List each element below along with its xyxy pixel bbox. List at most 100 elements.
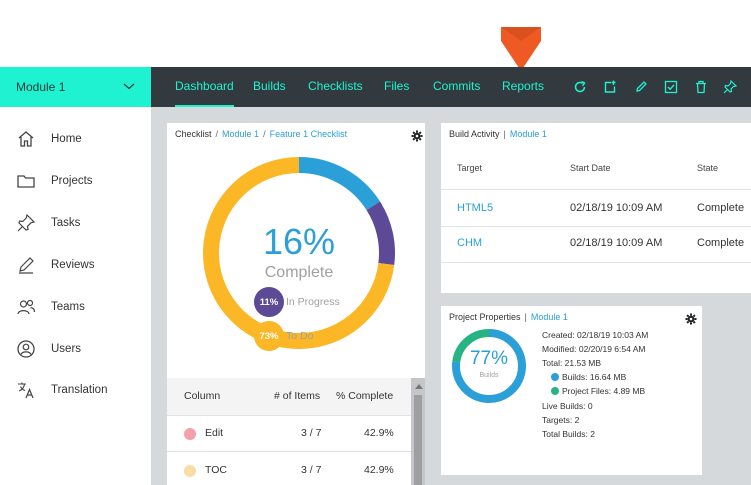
tab-reports[interactable]: Reports: [502, 67, 544, 107]
modified-date: Modified: 02/20/19 6:54 AM: [542, 344, 646, 354]
top-nav-bar: Module 1 Dashboard Builds Checklists Fil…: [0, 67, 751, 107]
column-header-column[interactable]: Column: [184, 390, 220, 402]
pointer-arrow-icon: [501, 27, 541, 71]
tab-checklists[interactable]: Checklists: [308, 67, 363, 107]
row-complete: 42.9%: [364, 464, 394, 476]
tab-dashboard[interactable]: Dashboard: [175, 67, 234, 107]
breadcrumb-module-link[interactable]: Module 1: [222, 129, 259, 139]
live-builds-text: Live Builds: 0: [542, 401, 593, 411]
breadcrumb-module-link[interactable]: Module 1: [510, 129, 547, 139]
module-select[interactable]: Module 1: [0, 67, 151, 107]
breadcrumb: Project Properties | Module 1: [449, 312, 568, 322]
divider: [441, 262, 751, 263]
column-header-complete[interactable]: % Complete: [336, 390, 393, 402]
column-header-target[interactable]: Target: [457, 163, 482, 173]
in-progress-legend: 11% In Progress: [254, 287, 340, 317]
sidebar-item-label: Translation: [51, 384, 108, 396]
sidebar: Home Projects Tasks Reviews Teams Users …: [0, 107, 151, 485]
in-progress-label: In Progress: [286, 296, 340, 308]
breadcrumb: Checklist / Module 1/Feature 1 Checklist: [175, 129, 348, 139]
tab-files[interactable]: Files: [384, 67, 409, 107]
folder-icon: [15, 170, 37, 192]
build-state: Complete: [697, 237, 745, 249]
row-complete: 42.9%: [364, 427, 394, 439]
files-color-dot: [551, 387, 559, 395]
breadcrumb-checklist-link[interactable]: Feature 1 Checklist: [270, 129, 348, 139]
row-items: 3 / 7: [301, 464, 322, 476]
scroll-up-icon[interactable]: [415, 384, 423, 389]
breadcrumb-root: Project Properties: [449, 312, 521, 322]
build-target-link[interactable]: CHM: [457, 237, 482, 249]
sidebar-item-teams[interactable]: Teams: [0, 289, 151, 325]
checklist-donut-chart: 16% Complete 11% In Progress 73% To Do: [201, 155, 397, 351]
sidebar-item-label: Home: [51, 133, 82, 145]
checklist-panel: Checklist / Module 1/Feature 1 Checklist 1…: [167, 123, 425, 485]
builds-text: Builds: 16.64 MB: [562, 372, 627, 382]
breadcrumb: Build Activity | Module 1: [449, 129, 547, 139]
build-start-date: 02/18/19 10:09 AM: [570, 237, 663, 249]
build-target-link[interactable]: HTML5: [457, 202, 493, 214]
export-icon[interactable]: [600, 77, 620, 97]
breadcrumb-module-link[interactable]: Module 1: [531, 312, 568, 322]
trash-icon[interactable]: [691, 77, 711, 97]
edit-icon[interactable]: [631, 77, 651, 97]
tab-commits[interactable]: Commits: [433, 67, 480, 107]
created-text: Created: 02/18/19 10:03 AM: [542, 330, 649, 340]
status-color-dot: [184, 428, 196, 440]
module-select-value: Module 1: [16, 80, 66, 94]
sidebar-item-label: Reviews: [51, 259, 95, 271]
row-name: Edit: [205, 427, 224, 439]
percent-complete-label: Complete: [264, 264, 334, 281]
tab-builds[interactable]: Builds: [253, 67, 286, 107]
column-header-items[interactable]: # of Items: [274, 390, 320, 402]
modified-text: Modified: 02/20/19 6:54 AM: [542, 344, 646, 354]
sidebar-item-reviews[interactable]: Reviews: [0, 247, 151, 283]
column-header-start-date[interactable]: Start Date: [570, 163, 611, 173]
project-properties-panel: Project Properties | Module 1 77% Builds C…: [441, 306, 702, 475]
divider: [441, 226, 751, 227]
todo-legend: 73% To Do: [254, 321, 313, 351]
home-icon: [15, 128, 37, 150]
targets-count: Targets: 2: [542, 415, 579, 425]
sidebar-item-label: Tasks: [51, 217, 81, 229]
in-progress-badge: 11%: [254, 287, 284, 317]
sidebar-item-translation[interactable]: Translation: [0, 372, 151, 408]
table-row[interactable]: TOC 3 / 7 42.9%: [167, 453, 411, 485]
row-items: 3 / 7: [301, 427, 322, 439]
builds-color-dot: [551, 373, 559, 381]
breadcrumb-root: Checklist: [175, 129, 212, 139]
app-root: Module 1 Dashboard Builds Checklists Fil…: [0, 0, 751, 485]
status-color-dot: [184, 465, 196, 477]
team-icon: [15, 296, 37, 318]
donut-segment-complete: [298, 157, 381, 211]
builds-size: Builds: 16.64 MB: [551, 372, 626, 382]
pen-icon: [15, 254, 37, 276]
todo-badge: 73%: [254, 321, 284, 351]
divider: [441, 189, 751, 190]
percent-complete: 16%: [262, 221, 336, 262]
gear-icon[interactable]: [411, 130, 423, 142]
builds-percent-label: Builds: [479, 372, 499, 379]
sidebar-item-label: Projects: [51, 175, 93, 187]
project-files-size: Project Files: 4.89 MB: [551, 386, 645, 396]
sidebar-item-home[interactable]: Home: [0, 121, 151, 157]
checklist-icon[interactable]: [661, 77, 681, 97]
gear-icon[interactable]: [685, 313, 697, 325]
total-size: Total: 21.53 MB: [542, 358, 601, 368]
build-state: Complete: [697, 202, 745, 214]
builds-donut-chart: 77% Builds: [451, 328, 527, 404]
chevron-down-icon: [123, 83, 135, 90]
build-start-date: 02/18/19 10:09 AM: [570, 202, 663, 214]
sidebar-item-projects[interactable]: Projects: [0, 163, 151, 199]
pin-icon[interactable]: [720, 77, 740, 97]
sidebar-item-label: Users: [51, 343, 82, 355]
sidebar-item-users[interactable]: Users: [0, 331, 151, 367]
total-text: Total: 21.53 MB: [542, 358, 602, 368]
table-row[interactable]: Edit 3 / 7 42.9%: [167, 416, 411, 452]
sidebar-item-tasks[interactable]: Tasks: [0, 205, 151, 241]
refresh-icon[interactable]: [570, 77, 590, 97]
checklist-table-header: Column # of Items % Complete: [167, 378, 411, 416]
build-activity-panel: Build Activity | Module 1 Target Start Dat…: [441, 123, 751, 293]
column-header-state[interactable]: State: [697, 163, 718, 173]
scrollbar-thumb[interactable]: [414, 395, 422, 485]
